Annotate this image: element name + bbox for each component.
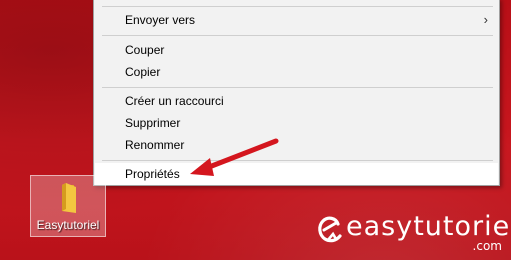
logo-e-icon	[318, 216, 342, 243]
menu-item-copy[interactable]: Copier	[95, 61, 498, 83]
menu-item-label: Couper	[125, 43, 165, 57]
chevron-right-icon: ›	[483, 12, 488, 27]
menu-item-delete[interactable]: Supprimer	[95, 112, 498, 134]
logo-brand-text: easytutoriel	[346, 211, 511, 242]
menu-item-label: Propriétés	[125, 167, 180, 181]
menu-item-rename[interactable]: Renommer	[95, 134, 498, 156]
easytutoriel-logo: easytutoriel .com	[312, 208, 511, 256]
menu-item-label: Envoyer vers	[125, 13, 196, 27]
menu-separator	[102, 160, 493, 161]
menu-separator	[102, 87, 493, 88]
folder-icon	[62, 183, 76, 213]
menu-separator	[102, 6, 493, 7]
desktop-icon-easytutoriel[interactable]: Easytutoriel	[30, 175, 106, 237]
menu-item-properties[interactable]: Propriétés	[95, 163, 498, 185]
menu-item-send-to[interactable]: Envoyer vers ›	[95, 9, 498, 31]
logo-domain-text: .com	[472, 239, 502, 253]
menu-item-label: Renommer	[125, 138, 185, 152]
menu-separator	[102, 35, 493, 36]
menu-item-label: Créer un raccourci	[125, 94, 224, 108]
menu-item-label: Copier	[125, 65, 161, 79]
desktop-icon-label: Easytutoriel	[36, 218, 100, 232]
menu-item-create-shortcut[interactable]: Créer un raccourci	[95, 90, 498, 112]
menu-item-label: Supprimer	[125, 116, 181, 130]
menu-item-cut[interactable]: Couper	[95, 39, 498, 61]
context-menu: Envoyer vers › Couper Copier Créer un ra…	[93, 0, 500, 186]
red-arrow-annotation	[190, 138, 279, 176]
